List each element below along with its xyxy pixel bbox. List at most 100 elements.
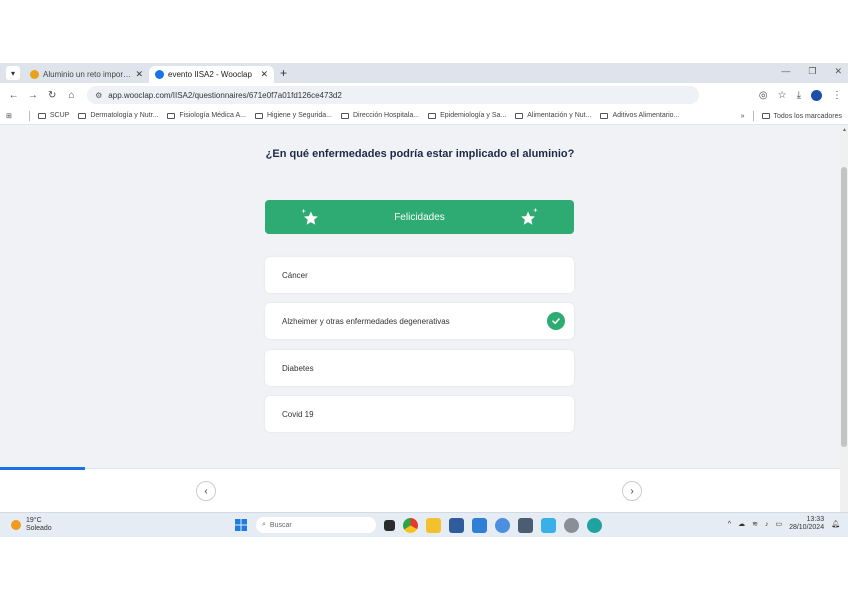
system-tray: ^ ☁ ≋ ♪ ▭ 13:33 28/10/2024 🔔︎ [728, 516, 840, 532]
chevron-right-icon: › [630, 485, 634, 497]
option-label: Cáncer [282, 270, 308, 280]
mail-icon[interactable] [472, 518, 487, 533]
folder-icon [515, 112, 524, 119]
bookmark-dermatologia[interactable]: Dermatología y Nutr... [78, 112, 158, 119]
wifi-icon[interactable]: ≋ [752, 520, 758, 528]
footer-navigation: ‹ › [0, 467, 840, 513]
sparkle-star-icon [301, 208, 318, 225]
quiz-page: ¿En qué enfermedades podría estar implic… [0, 125, 840, 537]
file-explorer-icon[interactable] [426, 518, 441, 533]
speaker-icon[interactable]: ♪ [765, 521, 769, 528]
bookmark-fisiologia[interactable]: Fisiología Médica A... [167, 112, 246, 119]
progress-bar [0, 467, 85, 470]
calculator-icon[interactable] [518, 518, 533, 533]
chevron-left-icon: ‹ [204, 485, 208, 497]
tab-wooclap[interactable]: evento IISA2 - Wooclap ✕ [149, 66, 274, 83]
task-view-icon[interactable] [384, 520, 395, 531]
bookmark-direccion[interactable]: Dirección Hospitala... [340, 112, 420, 119]
bookmark-label: Aditivos Alimentario... [612, 112, 680, 119]
next-button[interactable]: › [622, 481, 642, 501]
notifications-icon[interactable]: 🔔︎ [831, 520, 840, 528]
weather-desc: Soleado [26, 525, 52, 532]
site-info-icon[interactable]: ⚙ [95, 91, 102, 100]
chevron-up-icon[interactable]: ^ [728, 521, 731, 528]
bookmark-label: Epidemiología y Sa... [440, 112, 507, 119]
page-scrollbar[interactable]: ▲ [840, 125, 848, 537]
network-app-icon[interactable] [541, 518, 556, 533]
tab-search-button[interactable]: ▾ [6, 66, 20, 80]
previous-button[interactable]: ‹ [196, 481, 216, 501]
screen: ▾ Aluminio un reto importante pa ✕ event… [0, 63, 848, 537]
download-icon[interactable]: ⤓ [797, 90, 801, 101]
settings-gear-icon[interactable] [564, 518, 579, 533]
bookmark-separator [28, 110, 30, 121]
reload-icon[interactable]: ↻ [45, 90, 60, 101]
banner-text: Felicidades [394, 211, 445, 223]
copilot-icon[interactable] [495, 518, 510, 533]
sun-icon [11, 520, 21, 530]
battery-icon[interactable]: ▭ [775, 520, 782, 528]
bookmark-all[interactable]: Todos los marcadores [761, 112, 842, 120]
question-title: ¿En qué enfermedades podría estar implic… [265, 148, 575, 160]
store-icon[interactable] [449, 518, 464, 533]
folder-icon [167, 112, 176, 119]
bookmarks-overflow: » Todos los marcadores [740, 111, 842, 121]
windows-start-icon[interactable] [235, 519, 247, 531]
tab-title: evento IISA2 - Wooclap [168, 70, 252, 79]
bookmark-star-icon[interactable]: ☆ [778, 90, 787, 101]
clock[interactable]: 13:33 28/10/2024 [789, 516, 824, 532]
option-label: Diabetes [282, 363, 314, 373]
tab-aluminio[interactable]: Aluminio un reto importante pa ✕ [24, 66, 149, 83]
folder-icon [78, 112, 87, 119]
tab-favicon [30, 70, 39, 79]
bookmark-separator [752, 111, 754, 121]
cloud-icon[interactable]: ☁ [738, 520, 745, 528]
chrome-icon[interactable] [403, 518, 418, 533]
address-bar: ← → ↻ ⌂ ⚙ app.wooclap.com/IISA2/question… [0, 83, 848, 107]
bookmark-label: Alimentación y Nut... [527, 112, 592, 119]
option-label: Alzheimer y otras enfermedades degenerat… [282, 316, 450, 326]
bookmark-epidemiologia[interactable]: Epidemiología y Sa... [428, 112, 506, 119]
profile-avatar[interactable] [811, 89, 823, 101]
bookmark-label: Dirección Hospitala... [352, 112, 420, 119]
menu-dots-icon[interactable]: ⋮ [832, 90, 842, 101]
folder-icon [254, 112, 263, 119]
weather-widget[interactable]: 19°C Soleado [11, 517, 52, 533]
option-label: Covid 19 [282, 409, 314, 419]
bookmark-alimentacion[interactable]: Alimentación y Nut... [515, 112, 591, 119]
back-icon[interactable]: ← [6, 90, 21, 101]
close-window-icon[interactable]: ✕ [834, 66, 842, 77]
url-input[interactable]: ⚙ app.wooclap.com/IISA2/questionnaires/6… [87, 86, 699, 104]
folder-icon [600, 112, 609, 119]
tab-close-icon[interactable]: ✕ [135, 69, 143, 80]
bookmark-label: Todos los marcadores [773, 112, 842, 120]
sparkle-star-icon [521, 207, 538, 225]
clock-time: 13:33 [806, 516, 825, 523]
home-icon[interactable]: ⌂ [64, 90, 79, 101]
minimize-icon[interactable]: — [781, 66, 790, 77]
new-tab-button[interactable]: + [280, 66, 287, 80]
bookmark-aditivos[interactable]: Aditivos Alimentario... [600, 112, 679, 119]
tab-close-icon[interactable]: ✕ [260, 69, 268, 80]
edge-icon[interactable] [587, 518, 602, 533]
more-bookmarks-icon[interactable]: » [741, 113, 745, 120]
scroll-thumb[interactable] [841, 167, 847, 447]
tab-favicon [155, 70, 164, 79]
tab-title: Aluminio un reto importante pa [43, 70, 131, 79]
option-cancer[interactable]: Cáncer [265, 257, 574, 293]
visibility-off-icon[interactable]: ◎ [759, 90, 768, 101]
taskbar-search-input[interactable]: ⌕ Buscar [256, 517, 376, 533]
option-alzheimer[interactable]: Alzheimer y otras enfermedades degenerat… [265, 303, 574, 339]
option-covid[interactable]: Covid 19 [265, 396, 574, 432]
bookmark-higiene[interactable]: Higiene y Segurida... [254, 112, 332, 119]
forward-icon[interactable]: → [25, 90, 40, 101]
maximize-icon[interactable]: ❐ [808, 66, 816, 77]
bookmark-label: Fisiología Médica A... [179, 112, 246, 119]
tab-bar: ▾ Aluminio un reto importante pa ✕ event… [0, 63, 848, 83]
option-diabetes[interactable]: Diabetes [265, 350, 574, 386]
folder-icon [340, 112, 349, 119]
bookmark-scup[interactable]: SCUP [37, 112, 69, 119]
search-placeholder: Buscar [269, 521, 292, 529]
apps-icon[interactable]: ⊞ [6, 112, 12, 120]
scroll-up-icon[interactable]: ▲ [842, 127, 847, 133]
